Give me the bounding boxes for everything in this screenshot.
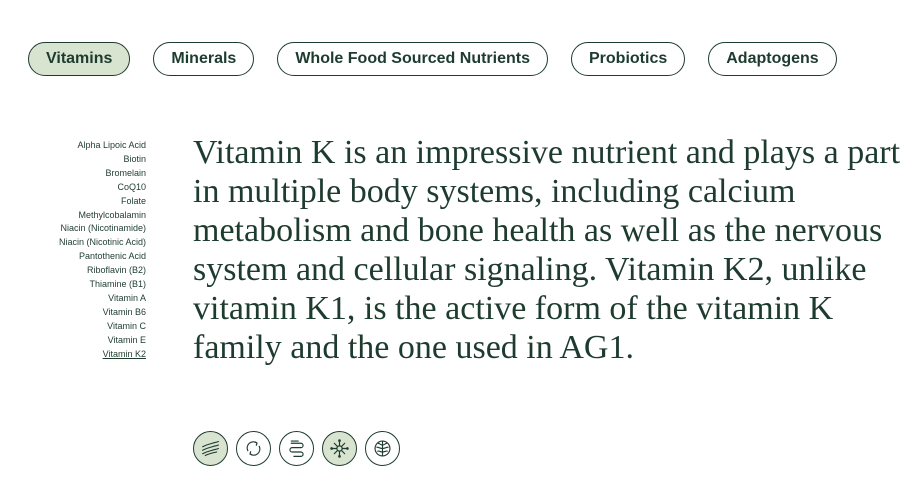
category-tabs: Vitamins Minerals Whole Food Sourced Nut… [28, 42, 837, 76]
tab-whole-food-sourced-nutrients[interactable]: Whole Food Sourced Nutrients [277, 42, 548, 76]
nutrient-description: Vitamin K is an impressive nutrient and … [193, 134, 901, 366]
tab-vitamins[interactable]: Vitamins [28, 42, 131, 76]
brain-health-icon[interactable] [365, 431, 400, 466]
nutrient-item-niacin-nicotinamide[interactable]: Niacin (Nicotinamide) [59, 222, 146, 236]
energy-waves-icon[interactable] [193, 431, 228, 466]
nutrient-item-niacin-nicotinic-acid[interactable]: Niacin (Nicotinic Acid) [59, 236, 146, 250]
nutrient-item-bromelain[interactable]: Bromelain [59, 167, 146, 181]
nutrient-item-vitamin-a[interactable]: Vitamin A [59, 292, 146, 306]
nutrient-item-riboflavin-b2[interactable]: Riboflavin (B2) [59, 264, 146, 278]
nutrient-item-pantothenic-acid[interactable]: Pantothenic Acid [59, 250, 146, 264]
nutrient-item-vitamin-b6[interactable]: Vitamin B6 [59, 306, 146, 320]
nutrient-item-thiamine-b1[interactable]: Thiamine (B1) [59, 278, 146, 292]
immunity-virus-icon[interactable] [322, 431, 357, 466]
nutrient-item-alpha-lipoic-acid[interactable]: Alpha Lipoic Acid [59, 139, 146, 153]
nutrient-item-biotin[interactable]: Biotin [59, 153, 146, 167]
benefit-icons [193, 431, 400, 466]
nutrient-item-folate[interactable]: Folate [59, 195, 146, 209]
nutrient-item-vitamin-e[interactable]: Vitamin E [59, 334, 146, 348]
nutrient-item-methylcobalamin[interactable]: Methylcobalamin [59, 209, 146, 223]
tab-adaptogens[interactable]: Adaptogens [708, 42, 837, 76]
gut-health-icon[interactable] [279, 431, 314, 466]
recovery-cycle-icon[interactable] [236, 431, 271, 466]
tab-minerals[interactable]: Minerals [153, 42, 255, 76]
nutrient-item-vitamin-k2[interactable]: Vitamin K2 [59, 348, 146, 362]
nutrient-item-coq10[interactable]: CoQ10 [59, 181, 146, 195]
nutrient-list: Alpha Lipoic Acid Biotin Bromelain CoQ10… [59, 139, 146, 362]
nutrient-item-vitamin-c[interactable]: Vitamin C [59, 320, 146, 334]
tab-probiotics[interactable]: Probiotics [571, 42, 686, 76]
